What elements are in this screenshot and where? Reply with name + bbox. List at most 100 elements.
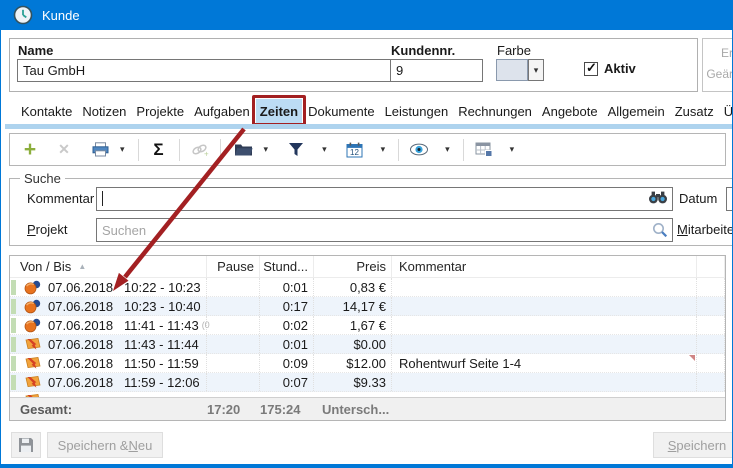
farbe-label: Farbe [497, 43, 531, 58]
export-grid-button[interactable] [474, 138, 494, 162]
export-dropdown[interactable]: ▾ [507, 144, 518, 155]
cell-kommentar [392, 335, 697, 353]
cell-preis: $0.00 [314, 335, 392, 353]
clock-app-icon [13, 5, 33, 25]
color-dropdown[interactable]: ▾ [528, 59, 544, 81]
table-row-partial [10, 392, 725, 397]
table-row[interactable]: 07.06.2018 11:41 - 11:43 (0 0:02 1,67 € [10, 316, 725, 335]
delete-button[interactable]: ✕ [54, 138, 74, 162]
flag-icon [23, 374, 43, 390]
view-dropdown[interactable]: ▾ [442, 144, 453, 155]
aktiv-checkbox[interactable]: ✓ [584, 62, 598, 76]
text-caret [102, 191, 103, 206]
spheres-icon [23, 280, 43, 295]
grid-export-icon [475, 142, 493, 157]
magnifier-icon[interactable] [652, 222, 668, 241]
sum-button[interactable]: Σ [149, 138, 169, 162]
row-icon [23, 374, 43, 390]
add-button[interactable]: + [20, 138, 40, 162]
filter-button[interactable] [286, 138, 306, 162]
tab-kontakte[interactable]: Kontakte [17, 99, 76, 124]
cell-stunden: 0:07 [260, 373, 314, 391]
folder-dropdown[interactable]: ▾ [261, 144, 272, 155]
meta-line-1: Er [703, 46, 733, 60]
table-row[interactable]: 07.06.2018 11:43 - 11:44 0:01 $0.00 [10, 335, 725, 354]
print-dropdown[interactable]: ▾ [117, 144, 128, 155]
save-icon-button[interactable] [11, 432, 41, 458]
tab-aufgaben[interactable]: Aufgaben [190, 99, 254, 124]
tab-zusatz[interactable]: Zusatz [671, 99, 718, 124]
window-title: Kunde [42, 8, 80, 23]
table-row[interactable]: 07.06.2018 10:22 - 10:23 0:01 0,83 € [10, 278, 725, 297]
table-row[interactable]: 07.06.2018 11:59 - 12:06 0:07 $9.33 [10, 373, 725, 392]
save-and-new-button[interactable]: Speichern & Neu [47, 432, 163, 458]
titlebar[interactable]: Kunde [0, 0, 733, 30]
partial-row-icon [23, 392, 43, 397]
row-icon [23, 336, 43, 352]
row-green-marker [11, 375, 16, 390]
row-date: 07.06.2018 [48, 356, 118, 371]
table-row[interactable]: 07.06.2018 10:23 - 10:40 0:17 14,17 € [10, 297, 725, 316]
svg-text:+: + [204, 149, 209, 157]
row-time: 10:23 - 10:40 [124, 299, 201, 314]
kommentar-search-input[interactable] [96, 187, 673, 211]
spheres-icon [23, 318, 43, 333]
cell-stunden: 0:02 [260, 316, 314, 334]
calendar-button[interactable]: 12 [345, 138, 365, 162]
save-button[interactable]: Speichern [653, 432, 733, 458]
search-legend: Suche [20, 171, 65, 186]
flag-icon [23, 355, 43, 371]
binoculars-icon[interactable] [648, 191, 668, 207]
name-field[interactable] [17, 59, 397, 82]
calendar-icon: 12 [346, 142, 363, 158]
table-header: Von / Bis ▲ Pause Stund... Preis Komment… [10, 256, 725, 278]
row-green-marker [11, 299, 16, 314]
projekt-search-input[interactable] [96, 218, 673, 242]
tab-notizen[interactable]: Notizen [78, 99, 130, 124]
row-green-marker [11, 318, 16, 333]
table-body: 07.06.2018 10:22 - 10:23 0:01 0,83 € 07.… [10, 278, 725, 392]
separator [138, 139, 139, 161]
row-icon [23, 299, 43, 314]
color-swatch[interactable] [496, 59, 528, 81]
column-header-kommentar[interactable]: Kommentar [392, 256, 697, 277]
tab-übersicht[interactable]: Übersicht [720, 99, 733, 124]
kundennr-field[interactable] [390, 59, 483, 82]
projekt-label: Projekt [27, 222, 67, 237]
cell-kommentar [392, 373, 697, 391]
row-time: 11:41 - 11:43 [124, 318, 199, 333]
column-header-pause[interactable]: Pause [207, 256, 260, 277]
tab-rechnungen[interactable]: Rechnungen [454, 99, 536, 124]
column-header-stunden[interactable]: Stund... [260, 256, 314, 277]
tab-zeiten[interactable]: Zeiten [256, 99, 302, 124]
sort-asc-icon: ▲ [78, 262, 86, 271]
printer-icon [92, 142, 109, 157]
row-icon [23, 280, 43, 295]
filter-funnel-icon [288, 142, 304, 157]
column-header-von-bis[interactable]: Von / Bis ▲ [10, 256, 207, 277]
tab-allgemein[interactable]: Allgemein [604, 99, 669, 124]
tab-angebote[interactable]: Angebote [538, 99, 602, 124]
folder-button[interactable] [234, 138, 254, 162]
tab-dokumente[interactable]: Dokumente [304, 99, 378, 124]
row-date: 07.06.2018 [48, 299, 118, 314]
row-time: 11:50 - 11:59 [124, 356, 199, 371]
kommentar-label: Kommentar [27, 191, 94, 206]
column-header-preis[interactable]: Preis [314, 256, 392, 277]
view-button[interactable] [409, 138, 429, 162]
filter-dropdown[interactable]: ▾ [319, 144, 330, 155]
row-green-marker [11, 280, 16, 295]
row-icon [23, 355, 43, 371]
table-row[interactable]: 07.06.2018 11:50 - 11:59 0:09 $12.00 Roh… [10, 354, 725, 373]
datum-field[interactable] [726, 187, 733, 211]
cell-kommentar: Rohentwurf Seite 1-4 [392, 354, 697, 372]
row-green-marker [11, 356, 16, 371]
calendar-dropdown[interactable]: ▾ [378, 144, 389, 155]
print-button[interactable] [90, 138, 110, 162]
link-add-button[interactable]: + [190, 138, 210, 162]
tab-leistungen[interactable]: Leistungen [381, 99, 453, 124]
cell-stunden: 0:01 [260, 335, 314, 353]
cell-stunden: 0:09 [260, 354, 314, 372]
tab-projekte[interactable]: Projekte [132, 99, 188, 124]
cell-preis: 1,67 € [314, 316, 392, 334]
